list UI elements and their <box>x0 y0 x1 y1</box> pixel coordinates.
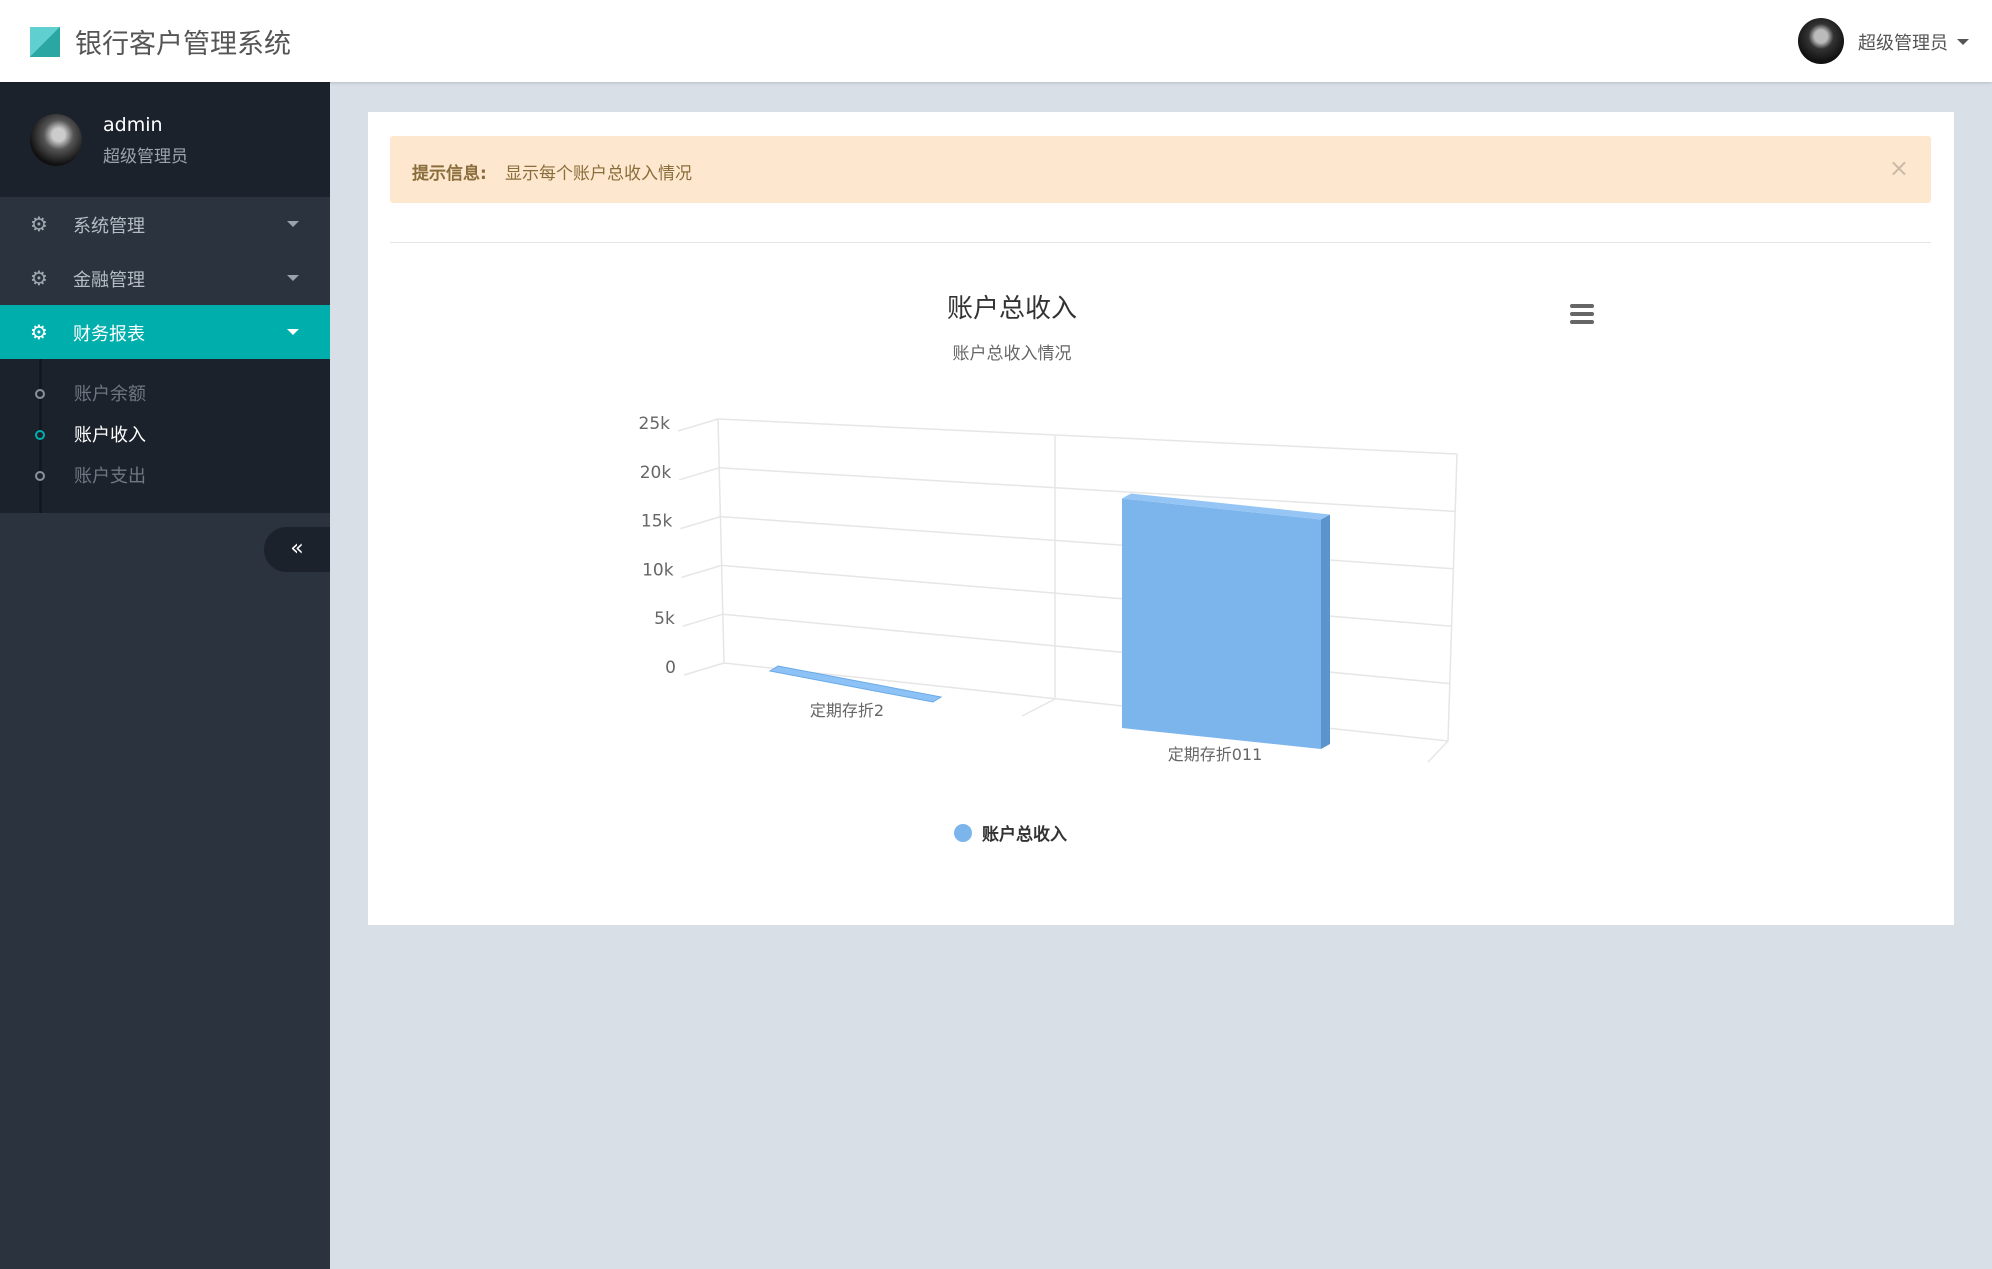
chart-title: 账户总收入 <box>947 294 1077 324</box>
gridline <box>720 517 1453 569</box>
floor-line <box>1022 699 1055 716</box>
y-tick-label: 5k <box>654 609 675 629</box>
income-chart: 账户总收入 账户总收入情况 0 5k 10k 15k 20k 25k 定期存折2 定期存折0… <box>0 0 1992 1269</box>
axis-left <box>718 419 724 663</box>
bar-front <box>1122 498 1321 749</box>
gridline-side <box>684 663 724 675</box>
y-tick-label: 15k <box>641 512 673 532</box>
chart-menu-icon[interactable] <box>1570 304 1594 324</box>
gridline-side <box>683 614 723 626</box>
legend-marker[interactable] <box>954 824 972 842</box>
x-tick-label: 定期存折011 <box>1168 745 1263 764</box>
y-tick-label: 10k <box>642 560 674 580</box>
chart-subtitle: 账户总收入情况 <box>953 344 1072 364</box>
gridline <box>719 468 1455 512</box>
bar-side <box>1321 514 1330 749</box>
gridline <box>722 565 1452 626</box>
gridline <box>723 614 1450 683</box>
header-user-menu[interactable]: 超级管理员 <box>1858 29 1948 55</box>
y-tick-label: 0 <box>665 658 676 678</box>
y-tick-label: 20k <box>640 463 672 483</box>
header-avatar[interactable] <box>1798 18 1844 64</box>
y-tick-label: 25k <box>639 414 671 434</box>
top-header: 银行客户管理系统 超级管理员 <box>0 0 1992 82</box>
gridline-side <box>679 468 719 480</box>
floor-line <box>1428 741 1448 762</box>
chevron-down-icon[interactable] <box>1957 39 1969 45</box>
legend-label[interactable]: 账户总收入 <box>982 824 1067 845</box>
menu-bar <box>1570 312 1594 316</box>
gridline-side <box>678 419 718 431</box>
menu-bar <box>1570 320 1594 324</box>
gridline <box>718 419 1457 454</box>
app-title: 银行客户管理系统 <box>75 22 291 61</box>
gridline-side <box>680 517 720 529</box>
menu-bar <box>1570 304 1594 308</box>
x-tick-label: 定期存折2 <box>810 701 884 720</box>
logo-icon <box>30 27 60 57</box>
axis-right <box>1448 454 1457 741</box>
gridline-side <box>682 565 722 577</box>
